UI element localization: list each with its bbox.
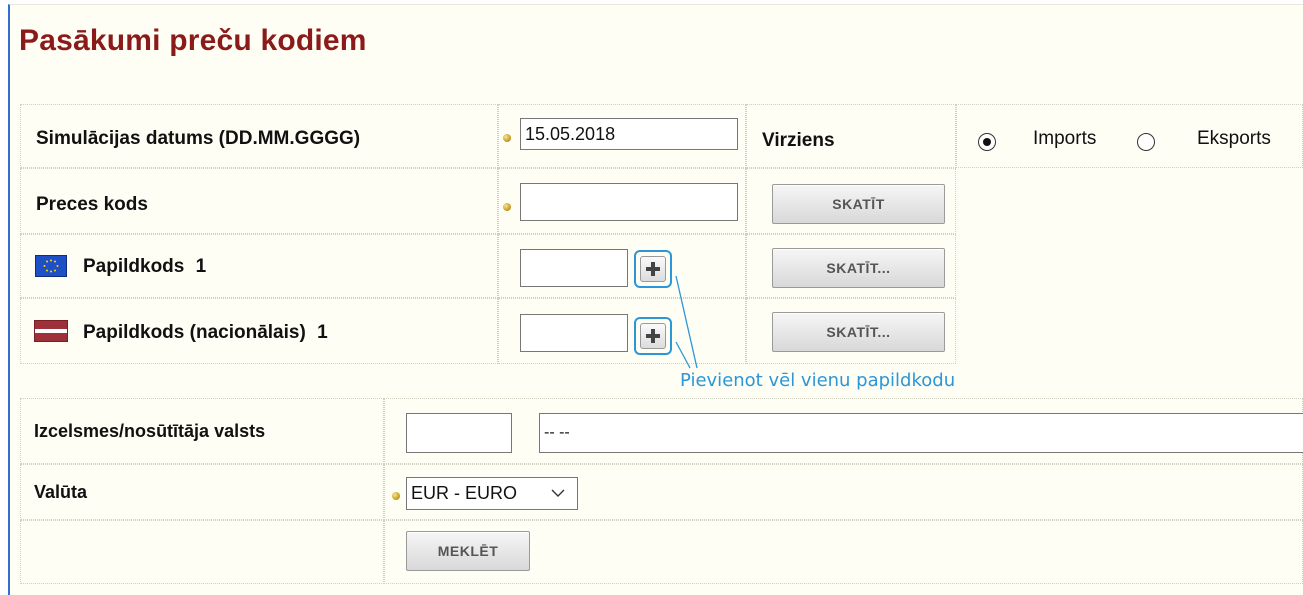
origin-country-code-input[interactable]	[406, 413, 512, 453]
currency-selected-value: EUR - EURO	[411, 483, 518, 503]
empty-cell	[20, 520, 384, 584]
origin-country-name-input[interactable]: -- --	[539, 413, 1303, 453]
origin-country-label: Izcelsmes/nosūtītāja valsts	[34, 421, 266, 441]
search-button[interactable]: MEKLĒT	[406, 531, 530, 571]
required-bullet-icon	[392, 492, 400, 500]
chevron-down-icon	[551, 489, 565, 497]
currency-label: Valūta	[34, 482, 88, 502]
annotation-text: Pievienot vēl vienu papildkodu	[680, 370, 956, 391]
